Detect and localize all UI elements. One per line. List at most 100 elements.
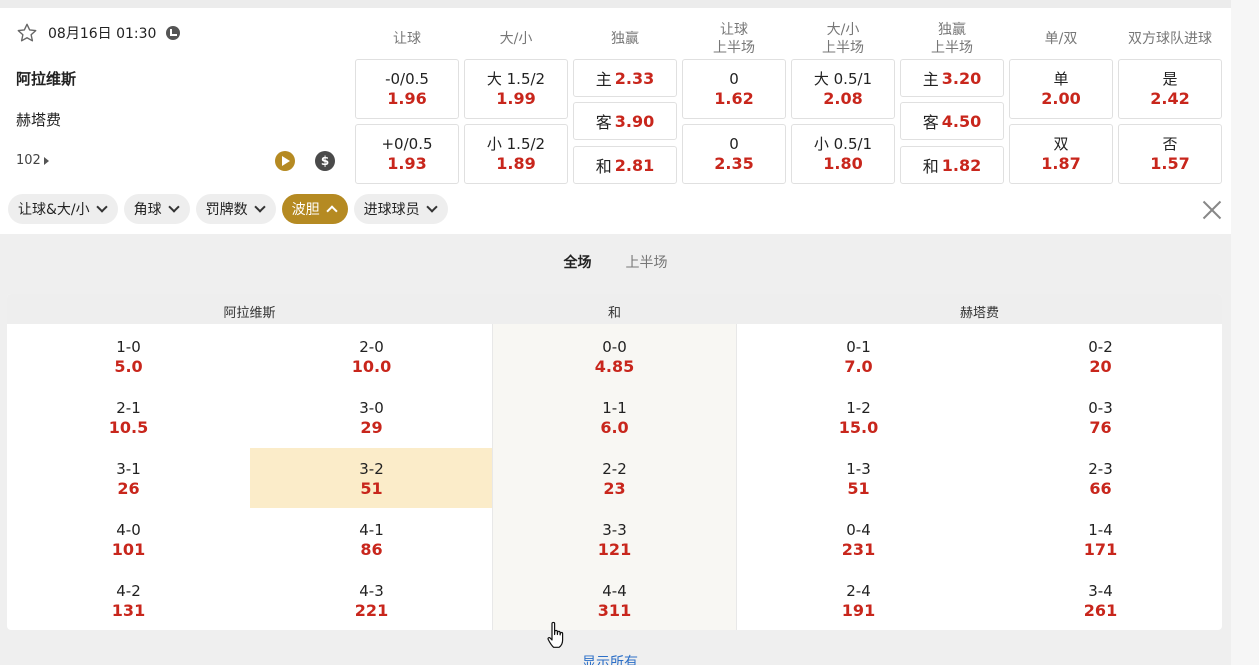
score-odd: 76: [1089, 418, 1112, 437]
score-cell-1-0[interactable]: 1-0 5.0: [7, 325, 250, 386]
chevron-down-icon: [253, 201, 266, 213]
score-label: 1-4: [1088, 521, 1113, 539]
score-label: 0-0: [602, 338, 627, 356]
odd-btts-no[interactable]: 否 1.57: [1118, 124, 1222, 184]
score-odd: 29: [360, 418, 383, 437]
score-cell-1-4[interactable]: 1-4 171: [979, 508, 1222, 569]
score-label: 0-1: [846, 338, 871, 356]
live-stream-icon[interactable]: [275, 151, 295, 171]
score-cell-4-0[interactable]: 4-0 101: [7, 508, 250, 569]
score-odd: 191: [841, 601, 876, 620]
score-odd: 26: [117, 479, 140, 498]
odd-even[interactable]: 双 1.87: [1009, 124, 1113, 184]
header-draw: 和: [607, 306, 621, 321]
score-label: 3-2: [359, 460, 384, 478]
filter-cards[interactable]: 罚牌数: [195, 194, 276, 224]
col-head-handicap: 让球: [393, 31, 421, 47]
odd-handicap-home[interactable]: -0/0.5 1.96: [355, 59, 459, 119]
score-cell-3-2[interactable]: 3-2 51: [250, 447, 493, 508]
score-label: 2-3: [1088, 460, 1113, 478]
period-tabs: 全场 上半场: [0, 252, 1231, 272]
chevron-down-icon: [425, 201, 438, 213]
score-odd: 10.5: [108, 418, 149, 437]
score-label: 1-0: [116, 338, 141, 356]
scrollbar-track[interactable]: [1231, 0, 1259, 665]
score-odd: 7.0: [844, 357, 873, 376]
score-odd: 6.0: [600, 418, 629, 437]
score-cell-2-0[interactable]: 2-0 10.0: [250, 325, 493, 386]
score-cell-4-4[interactable]: 4-4 311: [493, 569, 736, 630]
score-cell-3-4[interactable]: 3-4 261: [979, 569, 1222, 630]
score-label: 2-0: [359, 338, 384, 356]
score-cell-2-3[interactable]: 2-3 66: [979, 447, 1222, 508]
away-team-name: 赫塔费: [16, 111, 62, 129]
score-cell-4-3[interactable]: 4-3 221: [250, 569, 493, 630]
score-label: 0-2: [1088, 338, 1113, 356]
score-cell-3-3[interactable]: 3-3 121: [493, 508, 736, 569]
score-cell-1-3[interactable]: 1-3 51: [737, 447, 980, 508]
score-label: 4-1: [359, 521, 384, 539]
odd-moneyline-home[interactable]: 主 2.33: [573, 59, 677, 97]
score-odd: 15.0: [838, 418, 879, 437]
score-cell-0-4[interactable]: 0-4 231: [737, 508, 980, 569]
score-cell-2-4[interactable]: 2-4 191: [737, 569, 980, 630]
odd-moneyline-1h-home[interactable]: 主 3.20: [900, 59, 1004, 97]
score-label: 4-4: [602, 582, 627, 600]
favorite-star-icon[interactable]: [16, 22, 38, 44]
match-date-row: 08月16日 01:30: [16, 22, 181, 44]
show-all-link[interactable]: 显示所有: [582, 652, 638, 665]
cashout-icon[interactable]: $: [315, 151, 335, 171]
score-cell-1-1[interactable]: 1-1 6.0: [493, 386, 736, 447]
correct-score-header: 阿拉维斯 和 赫塔费: [7, 294, 1222, 324]
col-head-moneyline-1h: 独赢 上半场: [931, 22, 973, 56]
score-cell-4-1[interactable]: 4-1 86: [250, 508, 493, 569]
col-head-handicap-1h: 让球 上半场: [713, 22, 755, 56]
score-label: 4-0: [116, 521, 141, 539]
match-datetime: 08月16日 01:30: [48, 26, 157, 42]
score-odd: 20: [1089, 357, 1112, 376]
odd-under-1h[interactable]: 小 0.5/1 1.80: [791, 124, 895, 184]
odd-handicap-1h-home[interactable]: 0 1.62: [682, 59, 786, 119]
score-odd: 23: [603, 479, 626, 498]
filter-corners[interactable]: 角球: [123, 194, 190, 224]
score-odd: 66: [1089, 479, 1112, 498]
tab-first-half[interactable]: 上半场: [626, 252, 668, 272]
score-cell-4-2[interactable]: 4-2 131: [7, 569, 250, 630]
odd-handicap-away[interactable]: +0/0.5 1.93: [355, 124, 459, 184]
score-cell-0-3[interactable]: 0-3 76: [979, 386, 1222, 447]
score-odd: 5.0: [114, 357, 143, 376]
score-cell-3-0[interactable]: 3-0 29: [250, 386, 493, 447]
odd-moneyline-1h-draw[interactable]: 和 1.82: [900, 146, 1004, 184]
more-markets-link[interactable]: 102: [16, 153, 49, 168]
odd-over[interactable]: 大 1.5/2 1.99: [464, 59, 568, 119]
odd-moneyline-away[interactable]: 客 3.90: [573, 102, 677, 140]
more-markets-count: 102: [16, 153, 41, 168]
score-odd: 101: [111, 540, 146, 559]
odd-moneyline-draw[interactable]: 和 2.81: [573, 146, 677, 184]
col-head-btts: 双方球队进球: [1128, 31, 1212, 47]
score-odd: 311: [597, 601, 632, 620]
score-cell-2-2[interactable]: 2-2 23: [493, 447, 736, 508]
score-label: 3-4: [1088, 582, 1113, 600]
score-label: 2-1: [116, 399, 141, 417]
filter-handicap-ou[interactable]: 让球&大/小: [8, 194, 118, 224]
odd-moneyline-1h-away[interactable]: 客 4.50: [900, 102, 1004, 140]
odd-btts-yes[interactable]: 是 2.42: [1118, 59, 1222, 119]
tab-full-time[interactable]: 全场: [564, 252, 592, 272]
filter-goalscorer[interactable]: 进球球员: [353, 194, 448, 224]
odd-handicap-1h-away[interactable]: 0 2.35: [682, 124, 786, 184]
odd-over-1h[interactable]: 大 0.5/1 2.08: [791, 59, 895, 119]
odd-under[interactable]: 小 1.5/2 1.89: [464, 124, 568, 184]
score-cell-0-2[interactable]: 0-2 20: [979, 325, 1222, 386]
score-cell-3-1[interactable]: 3-1 26: [7, 447, 250, 508]
score-cell-0-0[interactable]: 0-0 4.85: [493, 325, 736, 386]
filter-correct-score[interactable]: 波胆: [281, 194, 348, 224]
score-cell-2-1[interactable]: 2-1 10.5: [7, 386, 250, 447]
score-cell-0-1[interactable]: 0-1 7.0: [737, 325, 980, 386]
close-icon[interactable]: [1200, 198, 1224, 222]
match-info: 08月16日 01:30 阿拉维斯 赫塔费 102 $: [0, 8, 350, 188]
score-label: 1-2: [846, 399, 871, 417]
score-cell-1-2[interactable]: 1-2 15.0: [737, 386, 980, 447]
score-label: 2-4: [846, 582, 871, 600]
odd-odd[interactable]: 单 2.00: [1009, 59, 1113, 119]
